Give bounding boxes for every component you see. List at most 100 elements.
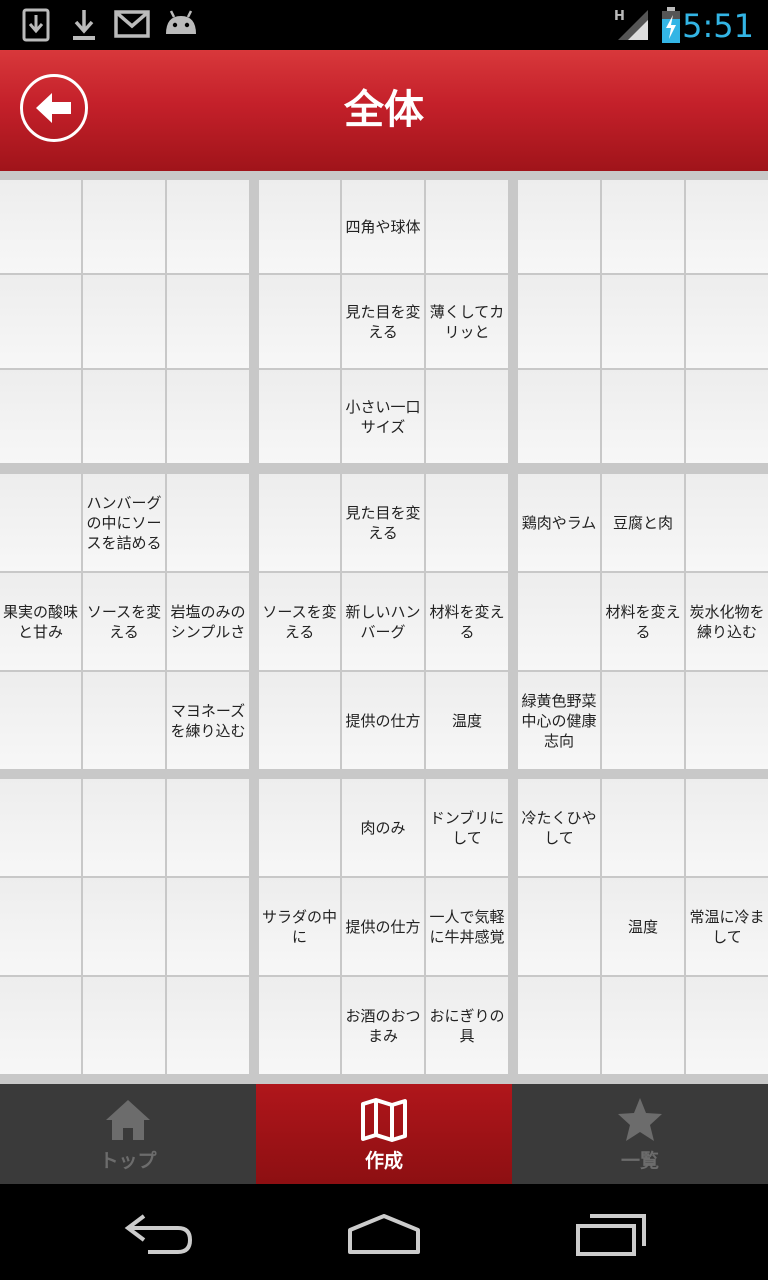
grid-cell[interactable] [686, 370, 768, 463]
grid-cell[interactable] [518, 878, 600, 975]
grid-cell[interactable] [426, 180, 508, 273]
grid-cell[interactable]: 緑黄色野菜中心の健康志向 [518, 672, 600, 769]
grid-cell[interactable]: 肉のみ [342, 779, 424, 876]
grid-cell[interactable] [167, 779, 249, 876]
grid-cell[interactable] [83, 779, 165, 876]
grid-cell[interactable] [259, 672, 340, 769]
grid-cell[interactable]: 常温に冷まして [686, 878, 768, 975]
grid-cell[interactable]: 見た目を変える [342, 474, 424, 571]
grid-cell[interactable] [686, 977, 768, 1074]
grid-cell[interactable] [0, 275, 81, 368]
grid-cell[interactable] [259, 474, 340, 571]
grid-cell[interactable] [602, 180, 684, 273]
status-bar: H 5:51 [0, 0, 768, 50]
battery-charging-icon [662, 7, 680, 43]
grid-cell[interactable]: マヨネーズを練り込む [167, 672, 249, 769]
grid-cell[interactable] [259, 977, 340, 1074]
back-button[interactable] [20, 74, 88, 142]
grid-cell[interactable]: 果実の酸味と甘み [0, 573, 81, 670]
grid-cell[interactable] [518, 977, 600, 1074]
grid-cell[interactable] [83, 275, 165, 368]
grid-cell[interactable] [83, 672, 165, 769]
grid-cell[interactable] [0, 370, 81, 463]
grid-cell[interactable] [167, 474, 249, 571]
grid-cell[interactable] [167, 977, 249, 1074]
grid-cell[interactable]: ソースを変える [83, 573, 165, 670]
grid-cell[interactable] [602, 779, 684, 876]
android-debug-icon [166, 10, 196, 34]
grid-cell[interactable]: 小さい一口サイズ [342, 370, 424, 463]
grid-cell[interactable] [602, 275, 684, 368]
grid-cell[interactable] [0, 180, 81, 273]
grid-cell[interactable] [686, 474, 768, 571]
grid-cell[interactable] [259, 779, 340, 876]
grid-cell[interactable] [0, 977, 81, 1074]
grid-cell[interactable]: 材料を変える [602, 573, 684, 670]
tab-list[interactable]: 一覧 [512, 1084, 768, 1184]
grid-cell[interactable] [259, 370, 340, 463]
svg-text:H: H [614, 9, 625, 24]
grid-cell[interactable] [0, 779, 81, 876]
recent-apps-icon[interactable] [572, 1202, 650, 1262]
grid-cell[interactable]: サラダの中に [259, 878, 340, 975]
grid-cell[interactable] [0, 672, 81, 769]
grid-cell[interactable]: 鶏肉やラム [518, 474, 600, 571]
grid-cell[interactable] [167, 878, 249, 975]
map-icon [361, 1098, 407, 1142]
grid-cell[interactable]: 温度 [426, 672, 508, 769]
app-bar: 全体 [0, 50, 768, 171]
tab-create[interactable]: 作成 [256, 1084, 512, 1184]
grid-cell[interactable]: 見た目を変える [342, 275, 424, 368]
home-nav-icon[interactable] [344, 1202, 424, 1262]
grid-cell[interactable]: 新しいハンバーグ [342, 573, 424, 670]
grid-cell[interactable] [83, 977, 165, 1074]
grid-cell[interactable] [518, 370, 600, 463]
grid-cell[interactable]: 薄くしてカリッと [426, 275, 508, 368]
grid-cell[interactable] [602, 370, 684, 463]
grid-cell[interactable] [426, 474, 508, 571]
grid-cell[interactable] [0, 878, 81, 975]
grid-cell[interactable]: お酒のおつまみ [342, 977, 424, 1074]
tab-top[interactable]: トップ [0, 1084, 256, 1184]
grid-cell[interactable]: ドンブリにして [426, 779, 508, 876]
grid-cell[interactable]: 岩塩のみのシンプルさ [167, 573, 249, 670]
grid-cell[interactable] [518, 275, 600, 368]
star-icon [618, 1098, 662, 1141]
grid-cell[interactable]: ハンバーグの中にソースを詰める [83, 474, 165, 571]
tab-list-label: 一覧 [620, 1150, 659, 1172]
grid-cell[interactable] [83, 878, 165, 975]
grid-cell[interactable]: 材料を変える [426, 573, 508, 670]
grid-cell[interactable] [686, 275, 768, 368]
grid-cell[interactable]: おにぎりの具 [426, 977, 508, 1074]
grid-cell[interactable] [167, 275, 249, 368]
grid-cell[interactable] [0, 474, 81, 571]
grid-cell[interactable]: 提供の仕方 [342, 672, 424, 769]
grid-cell[interactable] [686, 180, 768, 273]
grid-cell[interactable] [518, 180, 600, 273]
grid-cell[interactable]: 温度 [602, 878, 684, 975]
grid-cell[interactable] [602, 977, 684, 1074]
grid-cell[interactable] [83, 180, 165, 273]
back-nav-icon[interactable] [122, 1202, 196, 1262]
grid-cell[interactable]: 四角や球体 [342, 180, 424, 273]
grid-cell[interactable] [686, 672, 768, 769]
grid-cell[interactable] [167, 370, 249, 463]
grid-cell[interactable] [686, 779, 768, 876]
tab-create-label: 作成 [364, 1150, 403, 1172]
grid-cell[interactable] [259, 275, 340, 368]
grid-cell[interactable]: 炭水化物を練り込む [686, 573, 768, 670]
grid-cell[interactable] [167, 180, 249, 273]
page-title: 全体 [344, 87, 424, 133]
mandala-grid: 四角や球体 見た目を変える 薄くしてカリッと 小さい一口サイズ ハンバーグの中にソースを… [0, 171, 768, 1084]
grid-cell[interactable]: 冷たくひやして [518, 779, 600, 876]
grid-cell[interactable]: 提供の仕方 [342, 878, 424, 975]
grid-cell[interactable]: 豆腐と肉 [602, 474, 684, 571]
grid-cell[interactable] [602, 672, 684, 769]
grid-cell[interactable] [259, 180, 340, 273]
grid-cell[interactable] [426, 370, 508, 463]
grid-cell[interactable]: ソースを変える [259, 573, 340, 670]
grid-cell[interactable] [83, 370, 165, 463]
grid-cell[interactable]: 一人で気軽に牛丼感覚 [426, 878, 508, 975]
status-time: 5:51 [682, 7, 754, 45]
grid-cell[interactable] [518, 573, 600, 670]
